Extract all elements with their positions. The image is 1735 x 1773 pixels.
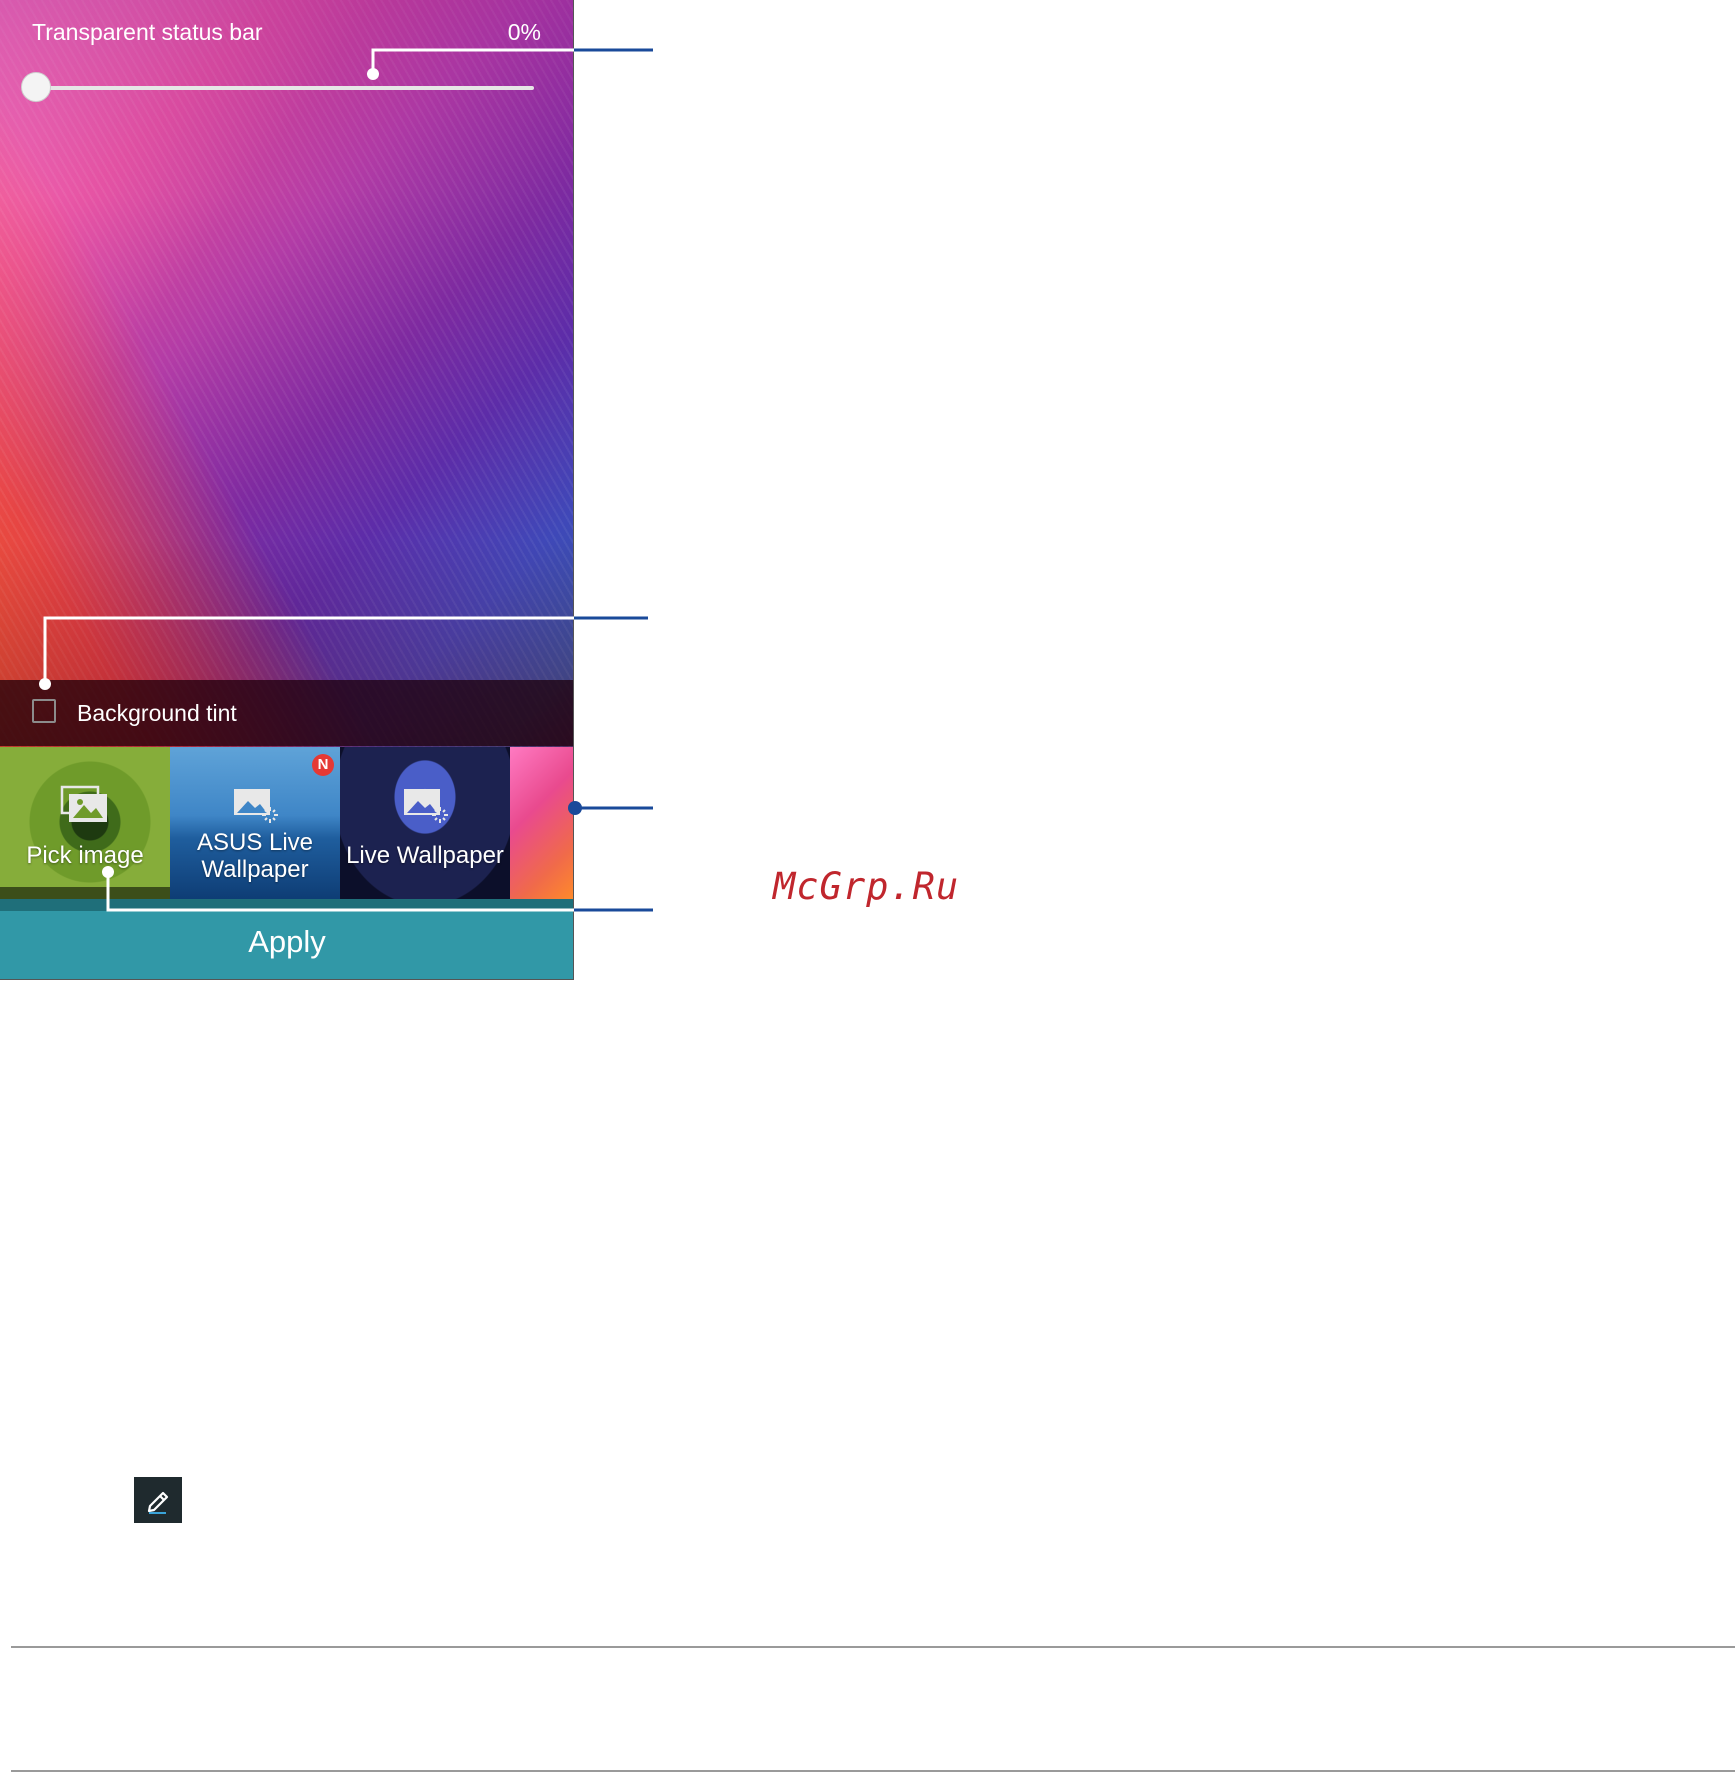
divider-line xyxy=(11,1770,1735,1772)
background-tint-label: Background tint xyxy=(77,700,237,726)
callout-wallpaper-strip xyxy=(568,801,653,815)
wallpaper-option-label: ASUS Live Wallpaper xyxy=(196,829,314,883)
thumbnail-tint-strip xyxy=(0,887,170,899)
new-badge: N xyxy=(312,754,334,776)
transparency-slider-knob[interactable] xyxy=(21,72,51,102)
gallery-icon xyxy=(60,785,110,825)
wallpaper-option-default[interactable] xyxy=(510,747,573,899)
background-tint-checkbox[interactable] xyxy=(32,699,56,723)
wallpaper-option-asus-live[interactable]: N ASUS Live Wallpaper xyxy=(170,747,340,899)
edit-icon xyxy=(134,1477,182,1523)
wallpaper-option-pick-image[interactable]: Pick image xyxy=(0,747,170,899)
apply-button[interactable]: Apply xyxy=(0,917,573,967)
wallpaper-option-label: Live Wallpaper xyxy=(346,842,504,869)
transparency-slider-track[interactable] xyxy=(36,86,534,90)
transparent-status-bar-label: Transparent status bar xyxy=(32,19,263,45)
wallpaper-settings-screen: Transparent status bar 0% Background tin… xyxy=(0,0,574,980)
apply-bar-divider xyxy=(0,899,573,911)
wallpaper-option-live[interactable]: Live Wallpaper xyxy=(340,747,510,899)
apply-bar: Apply xyxy=(0,899,573,979)
wallpaper-option-label: Pick image xyxy=(26,842,144,869)
wallpaper-picker-strip[interactable]: Pick image N ASUS Live Wallpaper Live Wa… xyxy=(0,747,573,899)
live-wallpaper-icon xyxy=(230,785,280,825)
divider-line xyxy=(11,1646,1735,1648)
live-wallpaper-icon xyxy=(400,785,450,825)
transparent-status-bar-value: 0% xyxy=(507,19,541,45)
watermark: McGrp.Ru xyxy=(773,865,960,908)
